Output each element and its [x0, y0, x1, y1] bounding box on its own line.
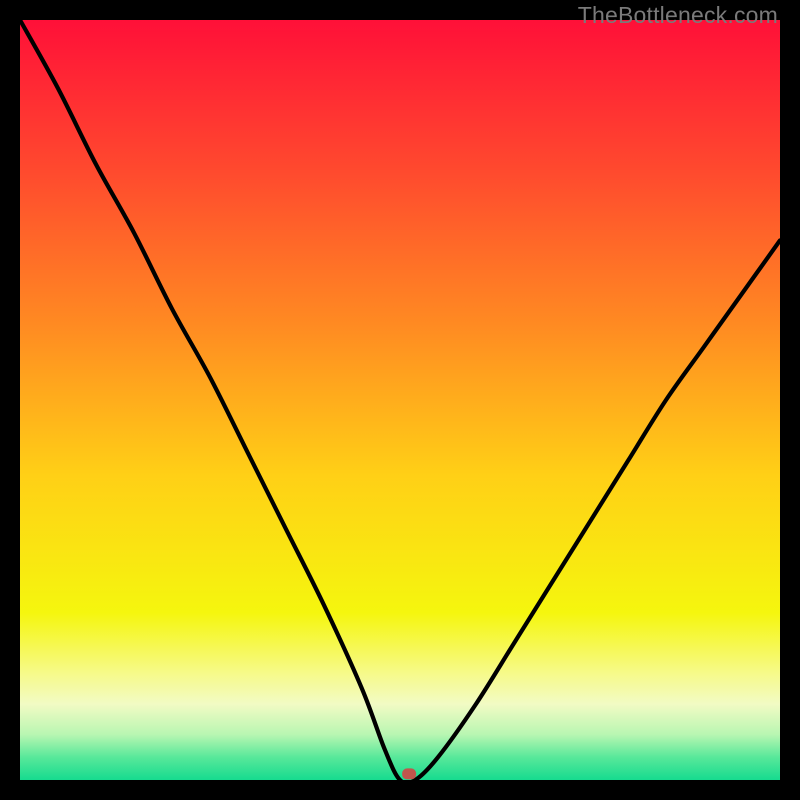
bottleneck-chart	[20, 20, 780, 780]
watermark-text: TheBottleneck.com	[578, 2, 778, 29]
chart-frame	[20, 20, 780, 780]
optimal-point-marker	[402, 768, 416, 779]
